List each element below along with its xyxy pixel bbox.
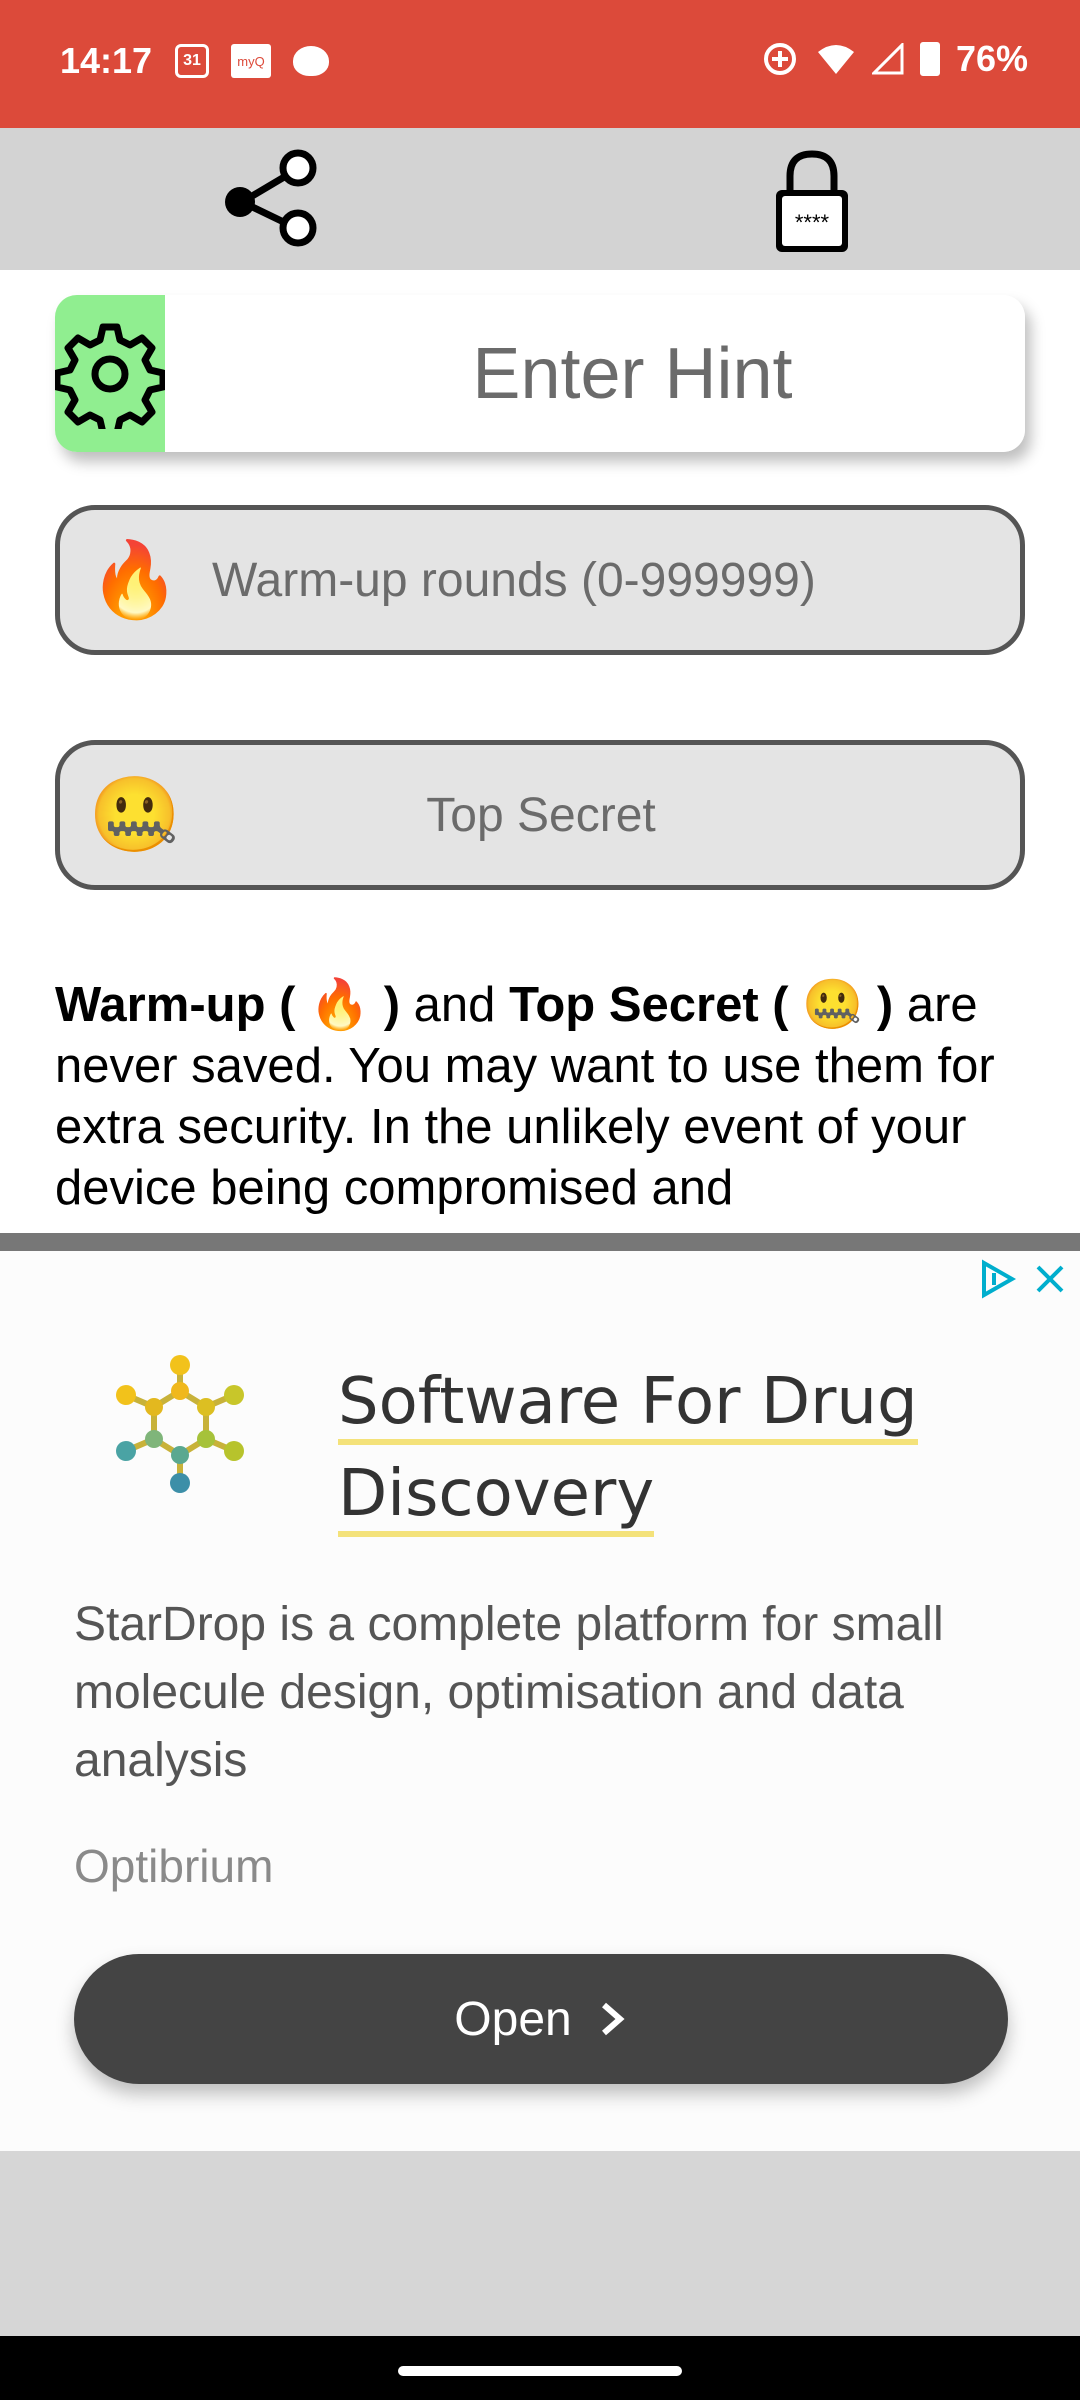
ad-headline[interactable]: Software For Drug Discovery [338, 1356, 1018, 1540]
gear-icon [55, 323, 165, 429]
status-time: 14:17 [60, 40, 153, 81]
ad-open-button[interactable]: Open [74, 1954, 1008, 2084]
fire-icon: 🔥 [88, 537, 182, 621]
fire-icon: 🔥 [309, 978, 371, 1032]
data-saver-icon [763, 43, 796, 75]
zipper-mouth-icon: 🤐 [802, 978, 864, 1032]
ad-divider [0, 1233, 1080, 1251]
info-text: Warm-up ( 🔥 ) and Top Secret ( 🤐 ) are n… [55, 975, 1035, 1215]
system-icons: 76% [760, 38, 1028, 80]
lock-icon[interactable]: **** [770, 146, 854, 256]
and-text: and [413, 978, 496, 1032]
top-secret-input[interactable] [210, 786, 1020, 844]
wifi-icon [817, 45, 854, 74]
home-handle[interactable] [398, 2366, 682, 2376]
adchoices-icon[interactable] [978, 1259, 1018, 1299]
navigation-bar [0, 2336, 1080, 2400]
warmup-label: Warm-up [55, 978, 266, 1032]
hint-input[interactable] [165, 295, 1025, 452]
calendar-icon: 31 [175, 44, 209, 78]
reddit-icon [293, 46, 329, 76]
ad-advertiser: Optibrium [74, 1840, 274, 1892]
ad-headline-text: Software For Drug Discovery [338, 1365, 918, 1537]
myq-icon: myQ [231, 44, 271, 78]
battery-percent: 76% [955, 38, 1028, 79]
battery-icon [919, 42, 940, 76]
cell-signal-icon [871, 43, 904, 75]
warmup-rounds-input[interactable] [210, 551, 1020, 609]
ad-badges [978, 1259, 1070, 1299]
paren-open: ( [279, 978, 296, 1032]
app-toolbar: **** [0, 128, 1080, 270]
molecule-logo-icon [116, 1355, 244, 1493]
top-secret-field: 🤐 [55, 740, 1025, 890]
hint-bar [55, 295, 1025, 452]
notification-icons: 31 myQ [175, 44, 329, 78]
warmup-field: 🔥 [55, 505, 1025, 655]
ad-open-label: Open [454, 1992, 572, 2046]
close-ad-icon[interactable] [1030, 1259, 1070, 1299]
share-icon[interactable] [220, 146, 324, 250]
paren-close: ) [383, 978, 401, 1032]
paren-open: ( [772, 978, 789, 1032]
lock-label: **** [795, 210, 830, 235]
ad-body: StarDrop is a complete platform for smal… [74, 1598, 944, 1787]
status-bar: 14:17 31 myQ 76% [0, 0, 1080, 128]
settings-button[interactable] [55, 295, 165, 452]
zipper-mouth-icon: 🤐 [88, 772, 182, 856]
chevron-right-icon [601, 2002, 625, 2036]
ad-card[interactable]: Software For Drug Discovery StarDrop is … [0, 1251, 1080, 2153]
bottom-area [0, 2151, 1080, 2336]
secret-label: Top Secret [509, 978, 759, 1032]
paren-close: ) [876, 978, 894, 1032]
